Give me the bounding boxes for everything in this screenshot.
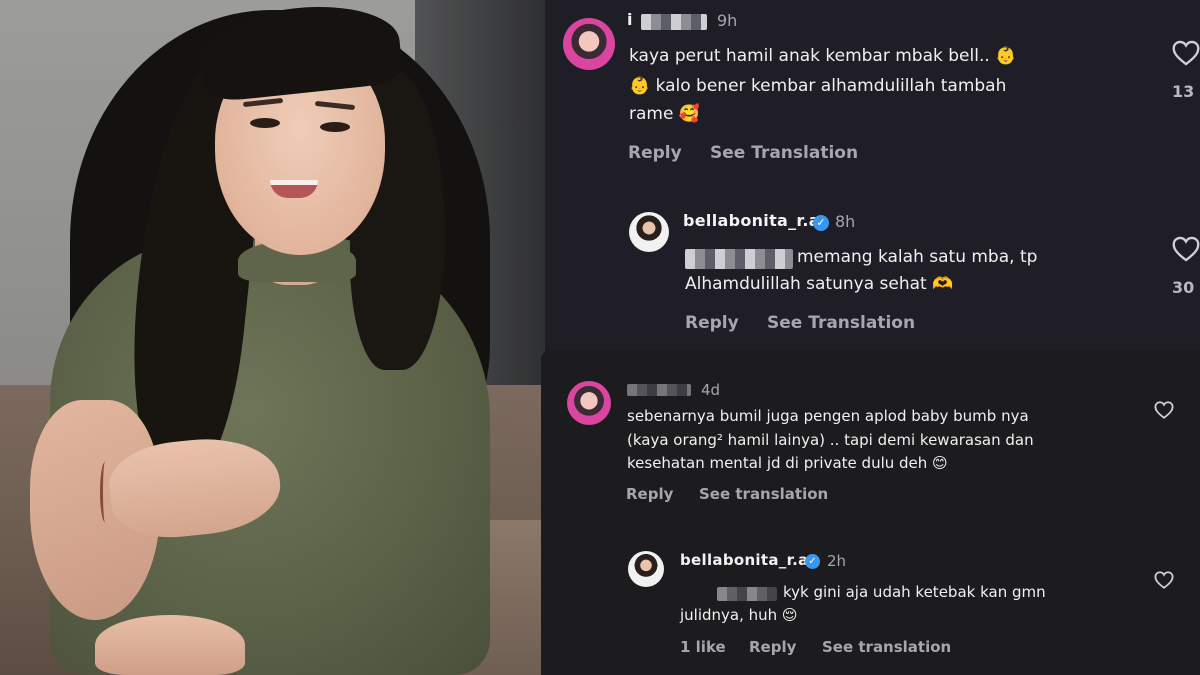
comment-time: 4d [701,381,721,399]
censored-mention-blur [685,249,793,269]
comment-time: 9h [717,11,738,30]
reply-button[interactable]: Reply [628,143,682,163]
photo-pregnant-woman [0,0,545,675]
reply-text-line: memang kalah satu mba, tp [797,247,1038,267]
censored-mention-blur [717,587,777,601]
censored-username-blur [627,384,691,396]
comment-text-line: 👶 kalo bener kembar alhamdulillah tambah [629,76,1007,96]
comment-text-line: rame 🥰 [629,104,700,124]
reply-username[interactable]: bellabonita_r.a [683,211,820,230]
reply-username[interactable]: bellabonita_r.a [680,551,809,569]
comment-text-line: kaya perut hamil anak kembar mbak bell..… [629,46,1017,66]
reply-time: 8h [835,212,856,231]
likes-count-label[interactable]: 1 like [680,638,726,656]
comment-panel-top: i 9h kaya perut hamil anak kembar mbak b… [545,0,1200,350]
reply-button[interactable]: Reply [626,485,673,503]
like-count: 13 [1172,82,1195,101]
heart-icon[interactable] [1172,40,1200,66]
reply-text-line: julidnya, huh 😌 [680,606,798,624]
reply-text-line: kyk gini aja udah ketebak kan gmn [783,583,1046,601]
avatar[interactable] [567,381,611,425]
see-translation-button[interactable]: See Translation [710,143,858,163]
comment-text-line: kesehatan mental jd di private dulu deh … [627,454,948,472]
photo-eye-left [250,118,280,128]
comment-username[interactable]: i [627,10,633,29]
comment-panel-bottom: 4d sebenarnya bumil juga pengen aplod ba… [541,351,1200,675]
verified-badge-icon: ✓ [805,554,820,569]
heart-icon[interactable] [1172,236,1200,262]
comment-text-line: (kaya orang² hamil lainya) .. tapi demi … [627,431,1034,449]
censored-username-blur [641,14,707,30]
see-translation-button[interactable]: See translation [699,485,828,503]
avatar[interactable] [628,551,664,587]
photo-bracelet [100,462,110,522]
reply-time: 2h [827,552,847,570]
heart-icon[interactable] [1154,401,1174,419]
reply-button[interactable]: Reply [685,313,739,333]
reply-button[interactable]: Reply [749,638,796,656]
photo-hand-lower [95,615,245,675]
avatar[interactable] [629,212,669,252]
photo-eye-right [320,122,350,132]
comment-text-line: sebenarnya bumil juga pengen aplod baby … [627,407,1029,425]
verified-badge-icon: ✓ [813,215,829,231]
reply-text-line: Alhamdulillah satunya sehat 🫶 [685,274,954,294]
avatar[interactable] [563,18,615,70]
see-translation-button[interactable]: See translation [822,638,951,656]
heart-icon[interactable] [1154,571,1174,589]
like-count: 30 [1172,278,1195,297]
see-translation-button[interactable]: See Translation [767,313,915,333]
